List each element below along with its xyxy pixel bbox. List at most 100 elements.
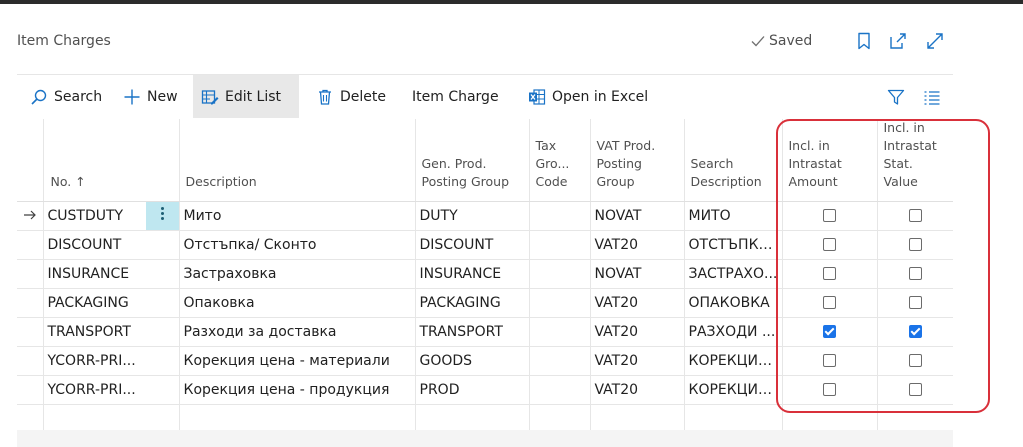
checkbox[interactable] — [908, 238, 922, 251]
cell-no[interactable]: YCORR-PRI... — [42, 346, 146, 376]
table-row[interactable]: INSURANCE Застраховка INSURANCE NOVAT ЗА… — [17, 259, 953, 289]
checkbox[interactable] — [908, 325, 922, 338]
cell-tax[interactable] — [528, 404, 590, 434]
row-menu-button[interactable] — [146, 201, 179, 231]
header-row: No. ↑ Description Gen. Prod. Posting Grou… — [17, 119, 953, 202]
cell-gen-prod[interactable]: PACKAGING — [414, 288, 529, 318]
cell-gen-prod[interactable]: GOODS — [414, 346, 529, 376]
col-header-search-description[interactable]: Search Description — [683, 119, 782, 202]
checkbox[interactable] — [908, 296, 922, 309]
cell-description[interactable]: Мито — [178, 201, 415, 231]
cell-description[interactable] — [178, 404, 415, 434]
cell-search[interactable]: ОПАКОВКА — [683, 288, 782, 318]
item-charge-button[interactable]: Item Charge — [404, 75, 507, 118]
cell-search[interactable]: РАЗХОДИ ... — [683, 317, 782, 347]
cell-vat[interactable]: VAT20 — [589, 317, 684, 347]
checkbox[interactable] — [908, 267, 922, 280]
cell-incl-stat-value[interactable] — [876, 404, 953, 434]
cell-search[interactable]: МИТО — [683, 201, 782, 231]
cell-no[interactable]: DISCOUNT — [42, 230, 146, 260]
list-view-button[interactable] — [915, 75, 949, 118]
cell-description[interactable]: Опаковка — [178, 288, 415, 318]
cell-no[interactable]: YCORR-PRI... — [42, 375, 146, 405]
cell-description[interactable]: Отстъпка/ Сконто — [178, 230, 415, 260]
cell-no[interactable] — [42, 404, 146, 434]
cell-description[interactable]: Разходи за доставка — [178, 317, 415, 347]
checkbox[interactable] — [908, 354, 922, 367]
cell-search[interactable] — [683, 404, 782, 434]
excel-icon — [529, 88, 546, 105]
col-header-incl-intrastat-amount[interactable]: Incl. in Intrastat Amount — [781, 119, 877, 202]
cell-vat[interactable]: VAT20 — [589, 346, 684, 376]
cell-vat[interactable] — [589, 404, 684, 434]
cell-tax[interactable] — [528, 375, 590, 405]
bookmark-icon[interactable] — [854, 31, 874, 51]
checkbox[interactable] — [823, 267, 836, 280]
cell-search[interactable]: ОТСТЪПКА... — [683, 230, 782, 260]
cell-no[interactable]: TRANSPORT — [42, 317, 146, 347]
cell-tax[interactable] — [528, 201, 590, 231]
list-icon — [924, 90, 940, 105]
checkbox[interactable] — [908, 383, 922, 396]
cell-vat[interactable]: VAT20 — [589, 230, 684, 260]
cell-vat[interactable]: VAT20 — [589, 288, 684, 318]
delete-button[interactable]: Delete — [308, 75, 394, 118]
col-header-no[interactable]: No. ↑ — [42, 119, 146, 202]
search-button[interactable]: Search — [22, 75, 110, 118]
filter-button[interactable] — [879, 75, 913, 118]
cell-incl-stat-value — [876, 230, 953, 260]
table-row[interactable]: YCORR-PRI... Корекция цена - материали G… — [17, 346, 953, 376]
table-row[interactable]: DISCOUNT Отстъпка/ Сконто DISCOUNT VAT20… — [17, 230, 953, 260]
cell-gen-prod[interactable] — [414, 404, 529, 434]
cell-tax[interactable] — [528, 230, 590, 260]
edit-list-button[interactable]: Edit List — [193, 75, 299, 118]
checkbox[interactable] — [823, 296, 836, 309]
checkbox[interactable] — [823, 354, 836, 367]
cell-tax[interactable] — [528, 259, 590, 289]
cell-no[interactable]: CUSTDUTY — [42, 201, 146, 231]
cell-description[interactable]: Корекция цена - материали — [178, 346, 415, 376]
cell-incl-stat-value — [876, 346, 953, 376]
cell-incl-amount — [781, 230, 877, 260]
table-row[interactable]: TRANSPORT Разходи за доставка TRANSPORT … — [17, 317, 953, 347]
row-menu-spacer — [146, 404, 179, 434]
new-button[interactable]: New — [115, 75, 186, 118]
cell-no[interactable]: PACKAGING — [42, 288, 146, 318]
checkbox[interactable] — [823, 209, 836, 222]
cell-search[interactable]: КОРЕКЦИЯ ... — [683, 346, 782, 376]
col-header-gen-prod-posting-group[interactable]: Gen. Prod. Posting Group — [414, 119, 529, 202]
cell-search[interactable]: ЗАСТРАХО... — [683, 259, 782, 289]
cell-gen-prod[interactable]: TRANSPORT — [414, 317, 529, 347]
cell-tax[interactable] — [528, 288, 590, 318]
table-row[interactable]: CUSTDUTY Мито DUTY NOVAT МИТО — [17, 201, 953, 231]
checkbox[interactable] — [823, 383, 836, 396]
cell-description[interactable]: Корекция цена - продукция — [178, 375, 415, 405]
col-header-vat-prod-posting-group[interactable]: VAT Prod. Posting Group — [589, 119, 684, 202]
expand-icon[interactable] — [925, 31, 945, 51]
col-header-tax-group-code[interactable]: Tax Gro... Code — [528, 119, 590, 202]
cell-vat[interactable]: NOVAT — [589, 201, 684, 231]
cell-tax[interactable] — [528, 346, 590, 376]
open-new-window-icon[interactable] — [888, 31, 908, 51]
cell-description[interactable]: Застраховка — [178, 259, 415, 289]
cell-gen-prod[interactable]: DUTY — [414, 201, 529, 231]
col-header-incl-intrastat-stat-value[interactable]: Incl. in Intrastat Stat. Value — [876, 119, 953, 202]
checkbox[interactable] — [823, 325, 836, 338]
cell-gen-prod[interactable]: PROD — [414, 375, 529, 405]
col-header-description[interactable]: Description — [178, 119, 415, 202]
cell-tax[interactable] — [528, 317, 590, 347]
cell-gen-prod[interactable]: DISCOUNT — [414, 230, 529, 260]
new-row[interactable] — [17, 404, 953, 434]
checkbox[interactable] — [823, 238, 836, 251]
edit-list-label: Edit List — [225, 88, 282, 105]
open-in-excel-button[interactable]: Open in Excel — [520, 75, 656, 118]
table-row[interactable]: YCORR-PRI... Корекция цена - продукция P… — [17, 375, 953, 405]
cell-no[interactable]: INSURANCE — [42, 259, 146, 289]
cell-gen-prod[interactable]: INSURANCE — [414, 259, 529, 289]
cell-search[interactable]: КОРЕКЦИЯ ... — [683, 375, 782, 405]
table-row[interactable]: PACKAGING Опаковка PACKAGING VAT20 ОПАКО… — [17, 288, 953, 318]
cell-vat[interactable]: NOVAT — [589, 259, 684, 289]
checkbox[interactable] — [908, 209, 922, 222]
cell-incl-amount[interactable] — [781, 404, 877, 434]
cell-vat[interactable]: VAT20 — [589, 375, 684, 405]
